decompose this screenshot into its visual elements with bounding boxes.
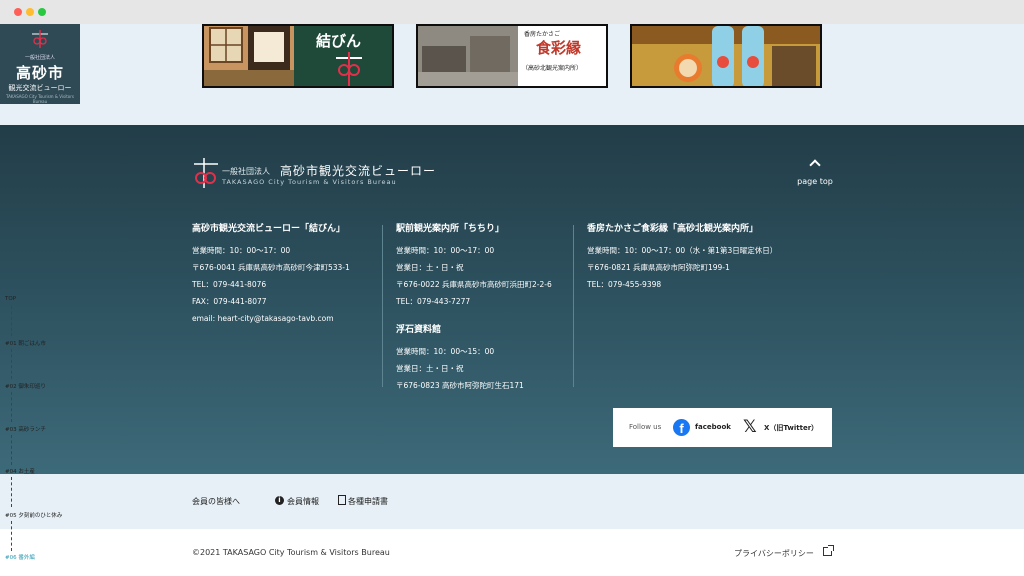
sidenav-connector bbox=[11, 349, 12, 379]
office-chichiri-address: 〒676-0022 兵庫県高砂市高砂町浜田町2-2-6 bbox=[396, 280, 552, 289]
office-musubin-hours: 営業時間：10：00〜17：00 bbox=[192, 246, 291, 255]
office-kitakanko-tel[interactable]: TEL：079-455-9398 bbox=[587, 276, 777, 293]
sidenav-item-01[interactable]: #01 朝ごはん市 bbox=[5, 339, 46, 347]
office-kitakanko-address: 〒676-0821 兵庫県高砂市阿弥陀町199-1 bbox=[587, 263, 730, 272]
shokusaien-caption-main: 食彩縁 bbox=[536, 39, 582, 57]
office-musubin-address: 〒676-0041 兵庫県高砂市高砂町今津町533-1 bbox=[192, 263, 350, 272]
x-twitter-icon: 𝕏 bbox=[743, 417, 757, 437]
office-musubin-title: 高砂市観光交流ビューロー「結びん」 bbox=[192, 224, 346, 234]
shokusaien-caption-sub: （高砂北観光案内所） bbox=[522, 65, 583, 72]
footer: 一般社団法人 高砂市観光交流ビューロー TAKASAGO City Touris… bbox=[0, 125, 1024, 474]
member-section: 会員の皆様へ i 会員情報 各種申請書 bbox=[0, 474, 1024, 529]
page-top-button[interactable]: page top bbox=[796, 158, 834, 186]
office-musubin: 高砂市観光交流ビューロー「結びん」 営業時間：10：00〜17：00 〒676-… bbox=[192, 222, 350, 327]
sidenav-connector bbox=[11, 306, 12, 336]
office-chichiri-title: 駅前観光案内所「ちちり」 bbox=[396, 224, 505, 234]
knot-logo-icon bbox=[194, 158, 218, 188]
copyright-bar: ©2021 TAKASAGO City Tourism & Visitors B… bbox=[0, 529, 1024, 576]
thumbnail-musubin[interactable]: 結びん bbox=[202, 24, 394, 88]
office-kitakanko-hours: 営業時間：10：00〜17：00（水・第1第3日曜定休日） bbox=[587, 246, 778, 255]
office-musubin-tel[interactable]: TEL：079-441-8076 bbox=[192, 276, 350, 293]
sidenav-item-03[interactable]: #03 高砂ランチ bbox=[5, 425, 46, 433]
office-musubin-fax: FAX：079-441-8077 bbox=[192, 297, 267, 306]
facebook-icon: f bbox=[673, 419, 690, 436]
member-applications-link[interactable]: 各種申請書 bbox=[348, 496, 388, 507]
sidenav-connector bbox=[11, 521, 12, 551]
sidenav-item-02[interactable]: #02 御朱印巡り bbox=[5, 382, 46, 390]
knot-icon bbox=[336, 52, 362, 86]
souvenir-photo bbox=[632, 26, 820, 86]
chevron-up-icon bbox=[809, 159, 821, 171]
office-ukiishi-title: 浮石資料館 bbox=[396, 325, 442, 335]
browser-chrome bbox=[0, 0, 1024, 24]
office-musubin-email[interactable]: email: heart-city@takasago-tavb.com bbox=[192, 310, 350, 327]
brand-org-en: TAKASAGO City Tourism & Visitors Bureau bbox=[222, 178, 397, 186]
sidenav-connector bbox=[11, 435, 12, 465]
office-chichiri-hours: 営業時間：10：00〜17：00 bbox=[396, 246, 495, 255]
office-ukiishi-hours: 営業時間：10：00〜15：00 bbox=[396, 347, 495, 356]
office-kitakanko: 香房たかさご食彩縁「高砂北観光案内所」 営業時間：10：00〜17：00（水・第… bbox=[587, 222, 777, 293]
document-icon bbox=[338, 495, 346, 505]
side-navigation: TOP #01 朝ごはん市 #02 御朱印巡り #03 高砂ランチ #04 お土… bbox=[0, 0, 90, 576]
member-title: 会員の皆様へ bbox=[192, 497, 240, 506]
sidenav-item-top[interactable]: TOP bbox=[5, 296, 16, 302]
thumbnail-shokusaien[interactable]: 香房たかさご 食彩縁 （高砂北観光案内所） bbox=[416, 24, 608, 88]
follow-us-box: Follow us f facebook 𝕏 X（旧Twitter） bbox=[613, 408, 832, 447]
external-link-icon bbox=[823, 545, 834, 556]
sidenav-item-06[interactable]: #06 番外編 bbox=[5, 553, 35, 561]
follow-us-label: Follow us bbox=[629, 423, 662, 431]
privacy-policy-link[interactable]: プライバシーポリシー bbox=[734, 548, 814, 559]
brand-org-big: 高砂市観光交流ビューロー bbox=[280, 164, 437, 178]
copyright-text: ©2021 TAKASAGO City Tourism & Visitors B… bbox=[192, 548, 390, 557]
sidenav-connector bbox=[11, 477, 12, 507]
member-info-link[interactable]: 会員情報 bbox=[287, 496, 319, 507]
page-top-label: page top bbox=[797, 177, 833, 186]
office-kitakanko-title: 香房たかさご食彩縁「高砂北観光案内所」 bbox=[587, 224, 759, 234]
office-chichiri: 駅前観光案内所「ちちり」 営業時間：10：00〜17：00 営業日：土・日・祝 … bbox=[396, 222, 552, 394]
sidenav-connector bbox=[11, 392, 12, 422]
x-twitter-label: X（旧Twitter） bbox=[764, 424, 819, 432]
office-chichiri-tel[interactable]: TEL：079-443-7277 bbox=[396, 293, 552, 310]
info-icon: i bbox=[275, 496, 284, 505]
column-divider bbox=[382, 225, 383, 387]
facebook-label: facebook bbox=[695, 423, 731, 431]
office-ukiishi-days: 営業日：土・日・祝 bbox=[396, 364, 464, 373]
sidenav-item-05[interactable]: #05 夕刻前のひと休み bbox=[5, 511, 62, 519]
column-divider bbox=[573, 225, 574, 387]
thumbnail-musubin-caption: 結びん bbox=[316, 32, 362, 50]
sidenav-item-04[interactable]: #04 お土産 bbox=[5, 467, 35, 475]
office-chichiri-days: 営業日：土・日・祝 bbox=[396, 263, 464, 272]
brand-org-small: 一般社団法人 bbox=[222, 167, 270, 176]
thumbnail-souvenir[interactable] bbox=[630, 24, 822, 88]
office-ukiishi-address: 〒676-0823 高砂市阿弥陀町生石171 bbox=[396, 381, 524, 390]
